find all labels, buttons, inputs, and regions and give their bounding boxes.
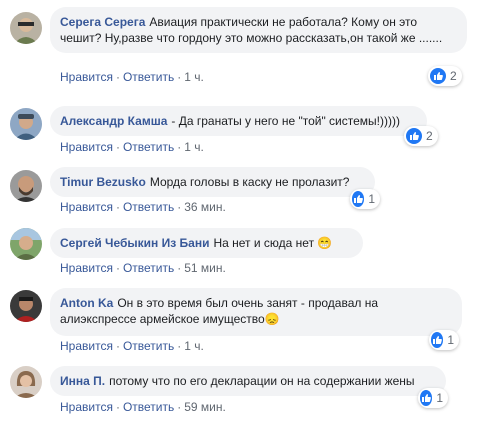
separator: · xyxy=(115,140,120,154)
reply-button[interactable]: Ответить xyxy=(123,200,174,214)
reply-button[interactable]: Ответить xyxy=(123,140,174,154)
separator: · xyxy=(115,400,120,414)
comment: Александр Камша - Да гранаты у него не "т… xyxy=(0,96,500,158)
comment-bubble: Инна П. потому что по его декларации он н… xyxy=(50,366,446,396)
comment-time[interactable]: 51 мин. xyxy=(184,261,226,275)
comment-text: - Да гранаты у него не "той" системы!)))… xyxy=(171,114,400,128)
comment-actions: Нравится · Ответить · 36 мин. xyxy=(60,200,226,214)
like-button[interactable]: Нравится xyxy=(60,339,113,353)
comment-time[interactable]: 36 мин. xyxy=(184,200,226,214)
separator: · xyxy=(177,261,182,275)
reaction-number: 2 xyxy=(450,69,457,83)
comment-actions: Нравится · Ответить · 51 мин. xyxy=(60,261,226,275)
comment: Anton Ka Он в это время был очень занят -… xyxy=(0,282,500,362)
comment-text: На нет и сюда нет 😁 xyxy=(213,236,333,250)
separator: · xyxy=(177,140,182,154)
comment-author[interactable]: Серега Серега xyxy=(60,15,145,29)
comment-author[interactable]: Инна П. xyxy=(60,374,105,388)
comment-author[interactable]: Сергей Чебыкин Из Бани xyxy=(60,236,209,250)
comment-time[interactable]: 1 ч. xyxy=(184,70,204,84)
reply-button[interactable]: Ответить xyxy=(123,400,174,414)
comment: Инна П. потому что по его декларации он н… xyxy=(0,362,500,423)
like-button[interactable]: Нравится xyxy=(60,400,113,414)
reaction-number: 2 xyxy=(426,129,433,143)
avatar[interactable] xyxy=(10,170,42,202)
comment-bubble: Александр Камша - Да гранаты у него не "т… xyxy=(50,106,427,136)
comment-author[interactable]: Timur Bezusko xyxy=(60,175,146,189)
comment-bubble: Timur Bezusko Морда головы в каску не про… xyxy=(50,167,375,197)
avatar[interactable] xyxy=(10,366,42,398)
avatar[interactable] xyxy=(10,228,42,260)
comment-actions: Нравится · Ответить · 1 ч. xyxy=(60,140,204,154)
reaction-count[interactable]: 1 xyxy=(350,189,380,209)
comment-time[interactable]: 1 ч. xyxy=(184,339,204,353)
thumbs-up-icon xyxy=(430,68,446,84)
avatar[interactable] xyxy=(10,108,42,140)
reaction-number: 1 xyxy=(436,391,443,405)
comment-actions: Нравится · Ответить · 59 мин. xyxy=(60,400,226,414)
thumbs-up-icon xyxy=(420,390,433,406)
reaction-count[interactable]: 2 xyxy=(428,66,462,86)
reply-button[interactable]: Ответить xyxy=(123,339,174,353)
separator: · xyxy=(177,400,182,414)
comment: Timur Bezusko Морда головы в каску не про… xyxy=(0,158,500,220)
thumbs-up-icon xyxy=(406,128,422,144)
avatar[interactable] xyxy=(10,290,42,322)
comment-actions: Нравится · Ответить · 1 ч. xyxy=(60,70,204,84)
comment: Сергей Чебыкин Из Бани На нет и сюда нет … xyxy=(0,220,500,282)
reply-button[interactable]: Ответить xyxy=(123,261,174,275)
like-button[interactable]: Нравится xyxy=(60,140,113,154)
separator: · xyxy=(177,200,182,214)
reaction-number: 1 xyxy=(368,192,375,206)
thumbs-up-icon xyxy=(352,191,365,207)
separator: · xyxy=(115,261,120,275)
separator: · xyxy=(177,339,182,353)
comment-actions: Нравится · Ответить · 1 ч. xyxy=(60,339,204,353)
comment-author[interactable]: Александр Камша xyxy=(60,114,167,128)
like-button[interactable]: Нравится xyxy=(60,70,113,84)
separator: · xyxy=(115,339,120,353)
thumbs-up-icon xyxy=(431,332,444,348)
reaction-count[interactable]: 1 xyxy=(429,330,459,350)
reaction-count[interactable]: 2 xyxy=(404,126,438,146)
comment-bubble: Anton Ka Он в это время был очень занят -… xyxy=(50,288,462,336)
separator: · xyxy=(115,200,120,214)
comment-text: потому что по его декларации он на содер… xyxy=(109,374,415,388)
like-button[interactable]: Нравится xyxy=(60,200,113,214)
comment-bubble: Серега Серега Авиация практически не рабо… xyxy=(50,7,467,53)
comment-author[interactable]: Anton Ka xyxy=(60,296,113,310)
comment: Серега Серега Авиация практически не рабо… xyxy=(0,0,500,96)
comment-time[interactable]: 1 ч. xyxy=(184,140,204,154)
comment-text: Морда головы в каску не пролазит? xyxy=(149,175,350,189)
avatar[interactable] xyxy=(10,12,42,44)
reply-button[interactable]: Ответить xyxy=(123,70,174,84)
like-button[interactable]: Нравится xyxy=(60,261,113,275)
reaction-count[interactable]: 1 xyxy=(418,388,448,408)
comment-time[interactable]: 59 мин. xyxy=(184,400,226,414)
reaction-number: 1 xyxy=(447,333,454,347)
separator: · xyxy=(177,70,182,84)
comment-bubble: Сергей Чебыкин Из Бани На нет и сюда нет … xyxy=(50,228,363,258)
separator: · xyxy=(115,70,120,84)
